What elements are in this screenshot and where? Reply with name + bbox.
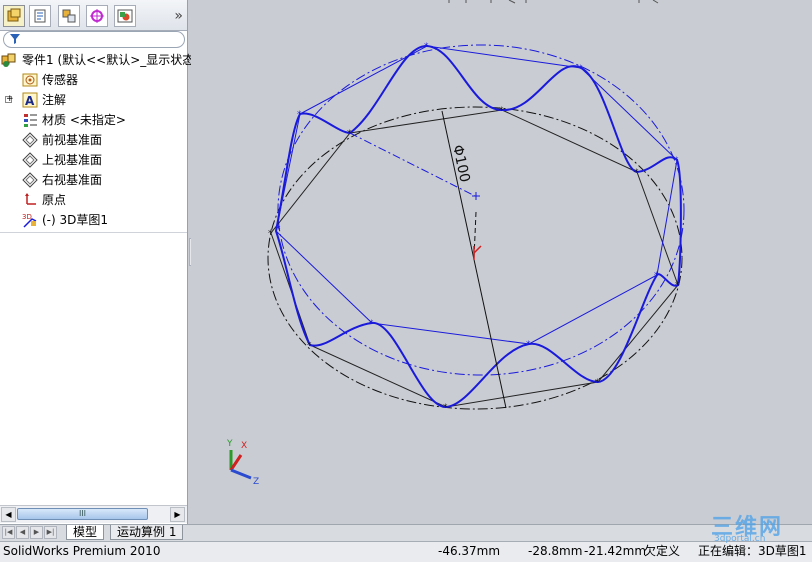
tree-node-3d-sketch[interactable]: 3D (-) 3D草图1 (0, 210, 187, 230)
part-icon (1, 53, 16, 67)
status-bar: SolidWorks Premium 2010 -46.37mm -28.8mm… (0, 541, 812, 562)
sketch-origin[interactable] (473, 245, 482, 260)
tree-node-right-plane[interactable]: 右视基准面 (0, 170, 187, 190)
tab-first-button[interactable]: |◀ (2, 526, 15, 539)
configuration-manager-icon (62, 9, 76, 23)
tab-last-button[interactable]: ▶| (44, 526, 57, 539)
display-manager-icon (117, 9, 133, 23)
vertex-marker[interactable]: * (347, 129, 352, 139)
feature-tree-tab[interactable] (3, 5, 25, 27)
sketch-center-point[interactable] (472, 192, 480, 200)
feature-manager-lower-pane (0, 232, 187, 525)
svg-text:A: A (25, 94, 35, 108)
tab-prev-button[interactable]: ◀ (16, 526, 29, 539)
tree-node-material[interactable]: 材质 <未指定> (0, 110, 187, 130)
triad-y-label: Y (226, 439, 233, 449)
vertex-marker[interactable]: * (578, 64, 583, 74)
graphics-area[interactable]: Φ100 * * * * * * * * * * * * * * * * Y X Z (191, 0, 812, 524)
plane-icon (22, 172, 38, 188)
property-manager-icon (34, 9, 46, 23)
vertex-marker[interactable]: * (307, 341, 312, 351)
tree-node-label: 注解 (42, 93, 67, 107)
dimension-text[interactable]: Φ100 (449, 144, 472, 184)
status-y-coordinate: -28.8mm (528, 544, 583, 558)
status-definition-state: 欠定义 (644, 544, 681, 558)
origin-icon (25, 193, 36, 205)
sketch3d-icon: 3D (22, 213, 37, 228)
expand-toggle[interactable]: + (5, 95, 14, 104)
vertex-marker[interactable]: * (674, 156, 679, 166)
scroll-left-button[interactable]: ◀ (1, 507, 16, 522)
triad-x-label: X (241, 441, 247, 451)
configuration-manager-tab[interactable] (58, 5, 80, 27)
scrollbar-thumb[interactable]: III (17, 508, 148, 520)
horizontal-scrollbar[interactable]: ◀ III ▶ (0, 505, 187, 523)
property-manager-tab[interactable] (29, 5, 51, 27)
heads-up-toolbar-fragment (448, 0, 659, 4)
tree-node-sensors[interactable]: 传感器 (0, 70, 187, 90)
construction-circle-blue[interactable] (277, 44, 685, 376)
construction-circle-black[interactable] (267, 106, 683, 410)
vertex-marker[interactable]: * (424, 42, 429, 52)
tree-node-label: 零件1 (默认<<默认>_显示状态 (22, 53, 195, 67)
feature-manager-panel: » 零件1 (默认<<默认>_显示状态 传感器 + A 注解 材质 <未指定> … (0, 0, 194, 525)
status-x-coordinate: -46.37mm (438, 544, 501, 558)
material-icon (24, 114, 37, 127)
tree-node-label: 材质 <未指定> (42, 113, 126, 127)
tree-filter-input[interactable] (3, 31, 185, 48)
vertex-marker[interactable]: * (369, 319, 374, 329)
tab-model[interactable]: 模型 (66, 525, 105, 540)
view-triad: Y X Z (226, 439, 259, 487)
triad-z-label: Z (253, 477, 259, 487)
sensor-icon (22, 73, 38, 87)
tree-node-label: 传感器 (42, 73, 79, 87)
bottom-tab-bar: |◀ ◀ ▶ ▶| 模型 运动算例 1 (0, 524, 812, 541)
wave-spline[interactable] (274, 44, 682, 409)
plane-icon (22, 132, 38, 148)
tree-node-annotations[interactable]: + A 注解 (0, 90, 187, 110)
tree-node-origin[interactable]: 原点 (0, 190, 187, 210)
tree-node-label: 上视基准面 (42, 153, 103, 167)
status-z-coordinate: -21.42mm (584, 544, 647, 558)
more-tabs-button[interactable]: » (174, 8, 183, 24)
feature-manager-toolbar: » (0, 0, 187, 31)
tree-node-top-plane[interactable]: 上视基准面 (0, 150, 187, 170)
watermark-url: 3dportal.cn (714, 534, 766, 544)
vertex-marker[interactable]: * (443, 403, 448, 413)
tree-node-label: 前视基准面 (42, 133, 103, 147)
tree-node-part[interactable]: 零件1 (默认<<默认>_显示状态 (0, 50, 194, 70)
tree-node-label: (-) 3D草图1 (42, 213, 109, 227)
tab-next-button[interactable]: ▶ (30, 526, 43, 539)
tree-node-front-plane[interactable]: 前视基准面 (0, 130, 187, 150)
tree-node-label: 原点 (42, 193, 67, 207)
vertex-marker[interactable]: * (297, 110, 302, 120)
annotation-icon: A (22, 92, 38, 108)
filter-icon (10, 34, 20, 44)
plane-icon (22, 152, 38, 168)
vertex-marker[interactable]: * (526, 340, 531, 350)
feature-tree: 零件1 (默认<<默认>_显示状态 传感器 + A 注解 材质 <未指定> 前视… (0, 50, 194, 230)
scroll-right-button[interactable]: ▶ (170, 507, 185, 522)
dimxpert-tab[interactable] (86, 5, 108, 27)
sketch-canvas[interactable]: Φ100 **************** Y X Z (191, 0, 812, 524)
dimxpert-icon (90, 9, 104, 23)
display-manager-tab[interactable] (114, 5, 136, 27)
vertex-marker[interactable]: * (595, 378, 600, 388)
tree-node-label: 右视基准面 (42, 173, 103, 187)
tab-motion-study-1[interactable]: 运动算例 1 (110, 525, 184, 540)
vertex-marker[interactable]: * (675, 281, 680, 291)
feature-tree-icon (7, 8, 21, 22)
status-app-name: SolidWorks Premium 2010 (3, 544, 161, 558)
vertex-marker[interactable]: * (654, 271, 659, 281)
vertex-marker[interactable]: * (499, 106, 504, 116)
vertex-marker[interactable]: * (268, 229, 273, 239)
vertex-marker[interactable]: * (276, 225, 281, 235)
status-editing: 正在编辑：3D草图1 (698, 544, 807, 558)
vertex-marker[interactable]: * (634, 168, 639, 178)
